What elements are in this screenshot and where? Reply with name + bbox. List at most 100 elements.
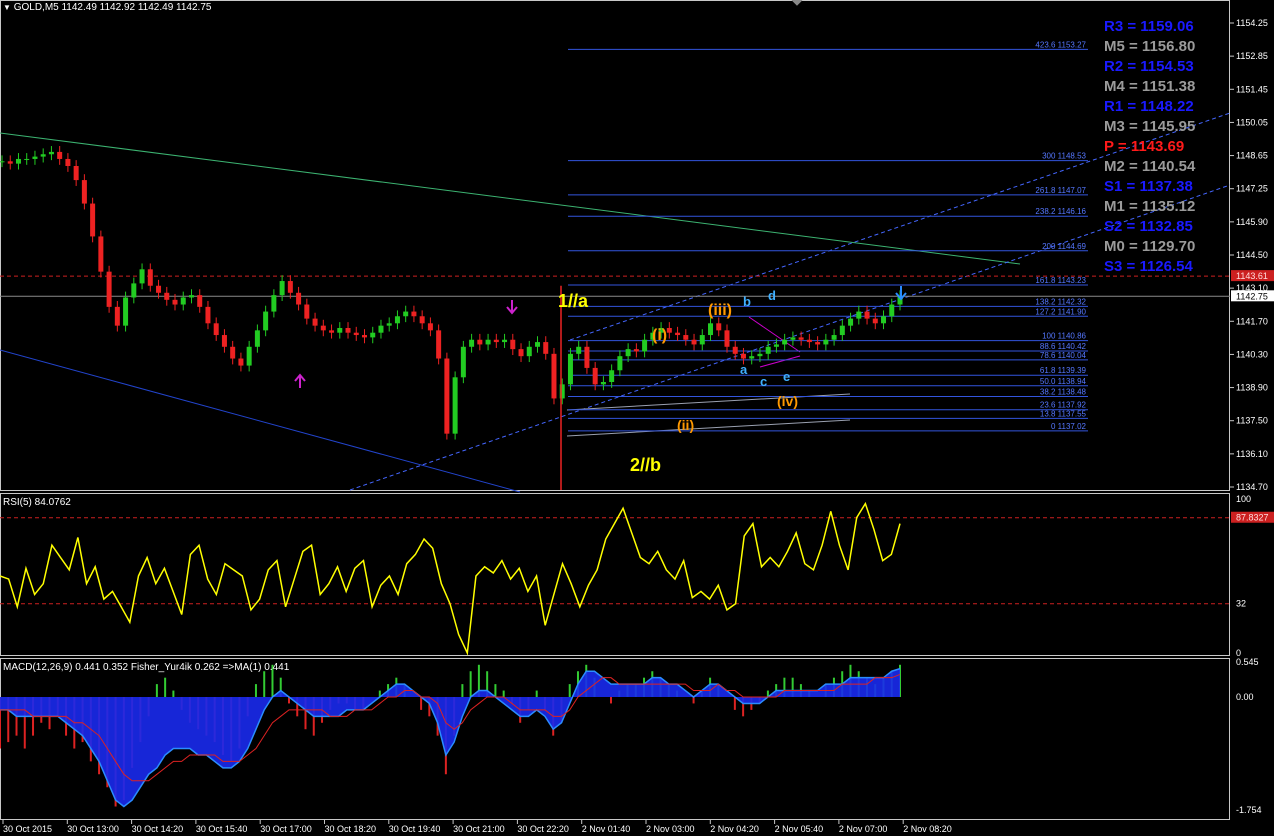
candle-body — [172, 299, 178, 305]
candle-body — [600, 382, 606, 385]
fib-label: 261.8 1147.07 — [1035, 186, 1086, 195]
time-tick-label: 30 Oct 21:00 — [453, 824, 505, 834]
pivot-label: M0 = 1129.70 — [1104, 238, 1196, 255]
candle-body — [0, 161, 5, 163]
candle-body — [386, 323, 392, 326]
pivot-label: M5 = 1156.80 — [1104, 38, 1196, 55]
price-chart[interactable]: 423.6 1153.27 300 1148.53 261.8 1147.07 238… — [0, 0, 1274, 836]
candle-body — [493, 339, 499, 343]
price-axis: 1154.25 1152.85 1151.45 1150.05 1148.65 1147.… — [1230, 18, 1274, 492]
candle-body — [856, 311, 862, 319]
fib-label: 423.6 1153.27 — [1035, 40, 1086, 49]
candle-body — [782, 339, 788, 345]
time-tick-label: 2 Nov 03:00 — [646, 824, 695, 834]
pivot-label: M1 = 1135.12 — [1104, 198, 1196, 215]
candle-body — [815, 342, 821, 345]
time-tick-label: 2 Nov 05:40 — [775, 824, 824, 834]
candle-body — [7, 161, 13, 164]
wave-label: (i) — [652, 327, 667, 344]
candle-body — [156, 285, 162, 293]
candle-body — [535, 342, 541, 347]
candle-body — [337, 328, 343, 333]
wave-label: (ii) — [677, 417, 694, 433]
candle-body — [510, 339, 516, 350]
pivot-label: R3 = 1159.06 — [1104, 18, 1194, 35]
rsi-tick-label: 32 — [1236, 599, 1246, 609]
candle-body — [271, 295, 277, 312]
candle-body — [691, 339, 697, 345]
candle-body — [757, 353, 763, 357]
candle-body — [106, 271, 112, 307]
candle-body — [798, 337, 804, 340]
pivot-label: S2 = 1132.85 — [1104, 218, 1193, 235]
candle-body — [806, 339, 812, 343]
dropdown-triangle-icon[interactable]: ▼ — [3, 3, 11, 12]
pivot-label: R1 = 1148.22 — [1104, 98, 1194, 115]
candle-body — [304, 304, 310, 319]
candle-body — [131, 283, 137, 298]
wave-label: 2//b — [630, 455, 661, 475]
candle-body — [543, 342, 549, 354]
price-tick-label: 1140.30 — [1236, 349, 1268, 359]
candle-body — [370, 332, 376, 338]
price-tick-label: 1141.70 — [1236, 316, 1268, 326]
candle-body — [81, 180, 87, 204]
wave-label: e — [783, 369, 790, 384]
fib-label: 88.6 1140.42 — [1040, 342, 1087, 351]
pivot-label: M2 = 1140.54 — [1104, 158, 1196, 175]
time-tick-label: 30 Oct 2015 — [3, 824, 52, 834]
candle-body — [584, 346, 590, 368]
price-tick-label: 1144.50 — [1236, 250, 1268, 260]
candle-body — [592, 367, 598, 385]
candle-body — [617, 356, 623, 371]
candle-body — [361, 335, 367, 338]
candle-body — [164, 292, 170, 300]
price-tick-label: 1137.50 — [1236, 416, 1268, 426]
candle-body — [485, 339, 491, 345]
candle-body — [848, 318, 854, 326]
wave-label: d — [768, 288, 776, 303]
price-tick-label: 1151.45 — [1236, 84, 1268, 94]
candle-body — [740, 353, 746, 359]
candle-body — [213, 323, 219, 336]
macd-tick-label: -1.754 — [1236, 805, 1262, 815]
candle-body — [427, 323, 433, 331]
current-price-tag-label: 1142.75 — [1236, 291, 1268, 301]
price-tick-label: 1147.25 — [1236, 184, 1268, 194]
macd-tick-label: 0.545 — [1236, 657, 1259, 667]
candle-body — [394, 316, 400, 324]
candle-body — [147, 269, 153, 286]
candle-body — [296, 292, 302, 305]
candle-body — [477, 339, 483, 345]
candle-body — [238, 358, 244, 366]
fib-label: 200 1144.69 — [1042, 242, 1086, 251]
candle-body — [518, 349, 524, 357]
candle-body — [312, 318, 318, 326]
fib-label: 161.8 1143.23 — [1035, 276, 1086, 285]
wave-label: b — [743, 294, 751, 309]
chart-title: ▼ GOLD,M5 1142.49 1142.92 1142.49 1142.7… — [3, 2, 212, 13]
candle-body — [469, 339, 475, 347]
candle-body — [15, 158, 21, 164]
fib-label: 238.2 1146.16 — [1035, 207, 1086, 216]
rsi-label: RSI(5) 84.0762 — [3, 497, 71, 508]
fib-label: 38.2 1138.48 — [1040, 388, 1087, 397]
fib-label: 300 1148.53 — [1042, 152, 1086, 161]
candle-body — [24, 158, 30, 160]
pivot-label: R2 = 1154.53 — [1104, 58, 1194, 75]
candle-body — [123, 297, 129, 326]
time-tick-label: 30 Oct 19:40 — [389, 824, 441, 834]
candle-body — [724, 330, 730, 347]
candle-body — [90, 203, 96, 237]
candle-body — [773, 344, 779, 347]
price-tick-label: 1138.90 — [1236, 383, 1268, 393]
price-tick-label: 1136.10 — [1236, 449, 1268, 459]
candle-body — [65, 158, 71, 166]
candle-body — [460, 346, 466, 378]
pivot-label: M4 = 1151.38 — [1104, 78, 1196, 95]
candle-body — [197, 295, 203, 307]
candle-body — [378, 325, 384, 333]
fib-label: 13.8 1137.55 — [1040, 409, 1087, 418]
wave-label: 1//a — [558, 291, 589, 311]
time-tick-label: 30 Oct 22:20 — [517, 824, 569, 834]
